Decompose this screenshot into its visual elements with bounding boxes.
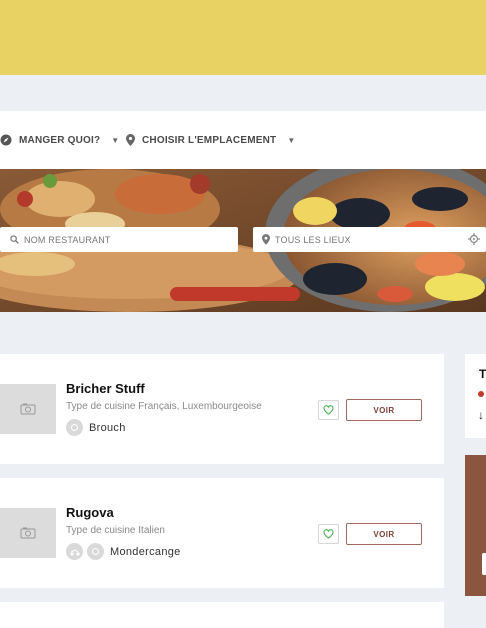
location-name: Brouch: [89, 421, 126, 434]
top-banner: [0, 0, 486, 75]
location-filter[interactable]: CHOISIR L'EMPLACEMENT ▼: [126, 111, 295, 169]
map-pin-icon: [262, 234, 270, 245]
side-promo: [465, 455, 486, 596]
view-button[interactable]: VOIR: [346, 523, 422, 545]
restaurant-thumbnail: [0, 384, 56, 434]
side-panel-title: T: [479, 367, 486, 381]
promo-inner-box: [482, 553, 486, 575]
restaurant-thumbnail: [0, 508, 56, 558]
cuisine-type: Type de cuisine Français, Luxembourgeois…: [66, 401, 262, 412]
side-panel-marker-icon: [478, 391, 484, 397]
location-placeholder: TOUS LES LIEUX: [275, 234, 351, 245]
chevron-down-icon: ▼: [111, 135, 120, 145]
favorite-button[interactable]: [318, 524, 339, 544]
target-icon: [66, 419, 83, 436]
heart-icon: [323, 529, 334, 539]
restaurant-card: [0, 602, 444, 628]
heart-icon: [323, 405, 334, 415]
restaurant-name[interactable]: Bricher Stuff: [66, 381, 145, 396]
target-icon: [87, 543, 104, 560]
restaurant-card: Rugova Type de cuisine Italien Mondercan…: [0, 478, 444, 588]
search-icon: [10, 235, 19, 244]
sort-arrow-icon[interactable]: ↓: [478, 408, 484, 422]
restaurant-location: Brouch: [66, 419, 126, 436]
restaurant-name-search[interactable]: NOM RESTAURANT: [0, 227, 238, 252]
delivery-icon: [66, 543, 83, 560]
chevron-down-icon: ▼: [287, 135, 296, 145]
cuisine-filter[interactable]: MANGER QUOI? ▼: [0, 111, 119, 169]
restaurant-location: Mondercange: [66, 543, 181, 560]
hero-banner: NOM RESTAURANT TOUS LES LIEUX: [0, 169, 486, 312]
cuisine-type: Type de cuisine Italien: [66, 525, 165, 536]
restaurant-name[interactable]: Rugova: [66, 505, 114, 520]
side-panel: T ↓: [465, 354, 486, 438]
location-search[interactable]: TOUS LES LIEUX: [253, 227, 486, 252]
view-button[interactable]: VOIR: [346, 399, 422, 421]
image-placeholder-icon: [20, 403, 36, 415]
restaurant-name-placeholder: NOM RESTAURANT: [24, 234, 111, 245]
location-filter-label: CHOISIR L'EMPLACEMENT: [142, 134, 277, 146]
compass-icon: [0, 134, 12, 146]
cuisine-filter-label: MANGER QUOI?: [19, 134, 101, 146]
map-pin-icon: [126, 134, 135, 146]
image-placeholder-icon: [20, 527, 36, 539]
crosshair-icon[interactable]: [468, 233, 480, 245]
spacer: [0, 75, 486, 111]
restaurant-card: Bricher Stuff Type de cuisine Français, …: [0, 354, 444, 464]
filter-bar: MANGER QUOI? ▼ CHOISIR L'EMPLACEMENT ▼: [0, 111, 486, 169]
location-name: Mondercange: [110, 545, 181, 558]
favorite-button[interactable]: [318, 400, 339, 420]
